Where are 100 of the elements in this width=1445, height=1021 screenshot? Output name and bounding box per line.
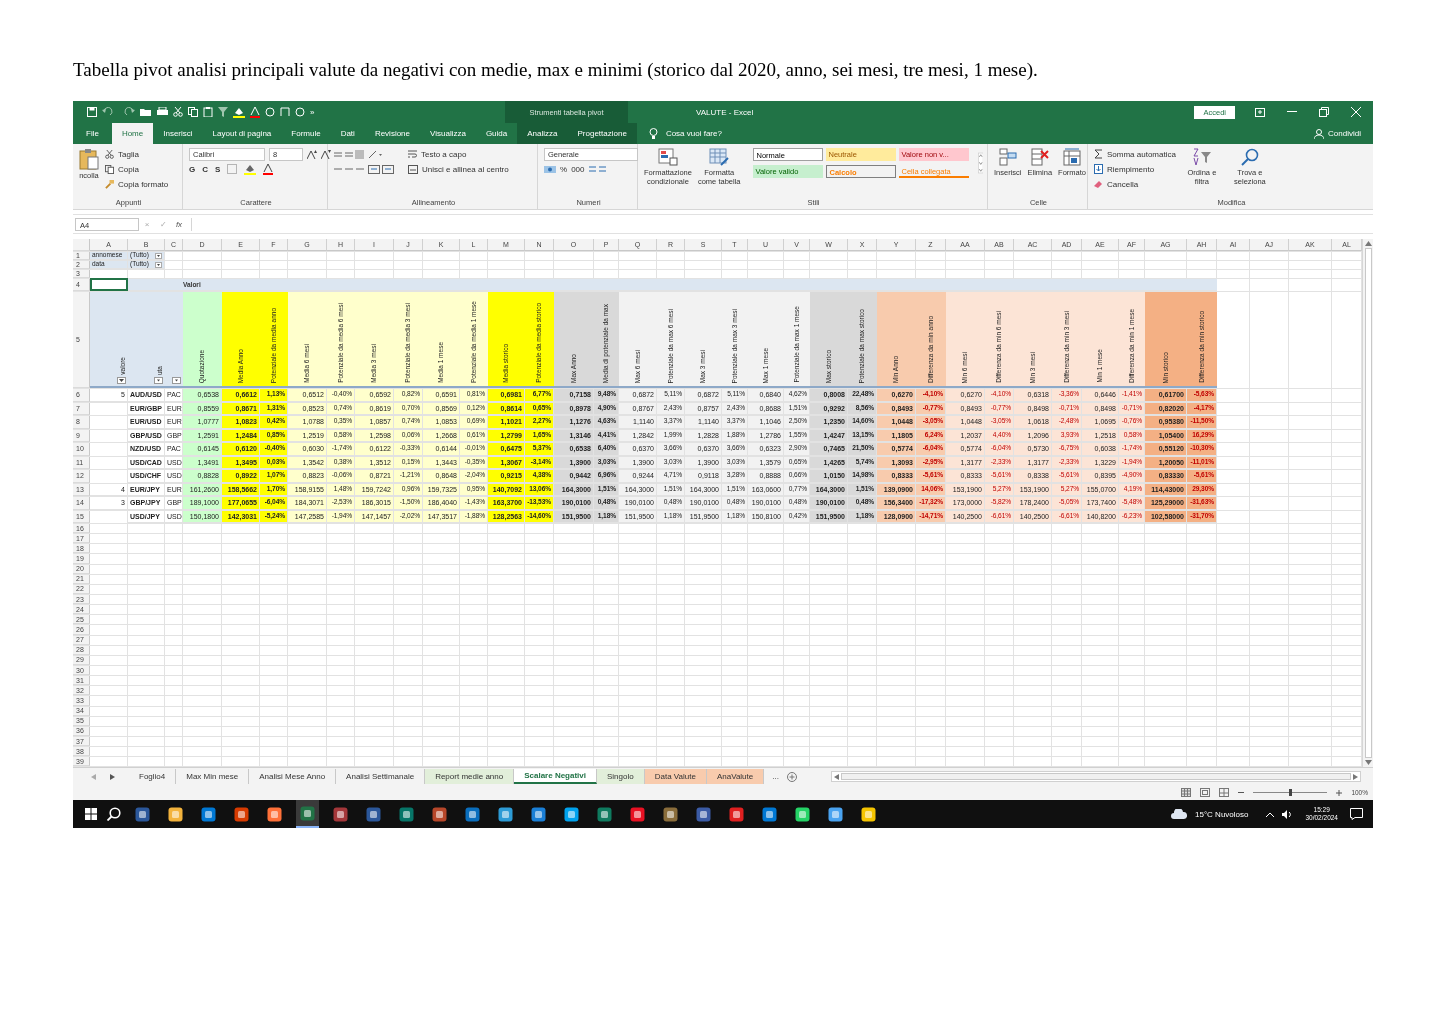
ribbon-display-icon[interactable] bbox=[1255, 107, 1265, 117]
scissors-icon[interactable] bbox=[173, 107, 183, 117]
sheet-tab[interactable]: Data Valute bbox=[644, 769, 707, 785]
printer-icon[interactable] bbox=[157, 107, 168, 117]
shrink-font-icon[interactable] bbox=[321, 149, 331, 159]
save-icon[interactable] bbox=[87, 107, 97, 117]
currency-icon[interactable] bbox=[544, 164, 556, 174]
folder-icon[interactable] bbox=[140, 107, 152, 117]
sheet-tab[interactable]: Scalare Negativi bbox=[514, 769, 597, 785]
ribbon-tab[interactable]: Layout di pagina bbox=[202, 123, 282, 144]
cut-button[interactable]: Taglia bbox=[118, 149, 139, 159]
horizontal-scrollbar[interactable] bbox=[830, 771, 1361, 783]
app-icon[interactable] bbox=[597, 806, 612, 822]
format-cells-icon[interactable] bbox=[1063, 148, 1082, 166]
windows-logo-icon[interactable] bbox=[85, 808, 97, 821]
clear-button[interactable]: Cancella bbox=[1107, 179, 1139, 189]
scroll-right-icon[interactable] bbox=[1353, 773, 1358, 780]
app-icon[interactable] bbox=[465, 806, 480, 822]
ribbon-tab[interactable]: Guida bbox=[475, 123, 518, 144]
app-icon[interactable] bbox=[762, 806, 777, 822]
grow-font-icon[interactable] bbox=[307, 149, 317, 159]
redo-icon[interactable] bbox=[121, 107, 135, 117]
merge-icon[interactable] bbox=[408, 164, 418, 174]
normal-view-icon[interactable] bbox=[1181, 788, 1192, 798]
merge-center-button[interactable]: Unisci e allinea al centro bbox=[422, 164, 509, 174]
conditional-format-icon[interactable] bbox=[657, 148, 678, 166]
fill-color-icon[interactable] bbox=[244, 163, 257, 175]
sheet-tab[interactable]: Foglio4 bbox=[129, 769, 177, 785]
app-icon[interactable] bbox=[795, 806, 810, 822]
indent-icon[interactable] bbox=[368, 164, 394, 174]
frame-icon[interactable] bbox=[280, 107, 290, 117]
orientation-icon[interactable] bbox=[368, 149, 382, 159]
app-icon[interactable] bbox=[861, 806, 876, 822]
search-icon[interactable] bbox=[107, 807, 121, 822]
close-icon[interactable] bbox=[1351, 107, 1361, 117]
app-icon[interactable] bbox=[234, 806, 249, 822]
zoom-out-icon[interactable] bbox=[1238, 791, 1245, 794]
sheet-tab[interactable]: Max Min mese bbox=[176, 769, 250, 785]
copy-icon[interactable] bbox=[188, 107, 198, 117]
more-sheets-button[interactable]: ... bbox=[772, 772, 779, 782]
autosum-button[interactable]: Somma automatica bbox=[1107, 149, 1176, 159]
speaker-icon[interactable] bbox=[1282, 809, 1294, 819]
vertical-scrollbar[interactable] bbox=[1362, 239, 1373, 768]
share-button[interactable]: Condividi bbox=[1328, 129, 1361, 138]
app-icon[interactable] bbox=[432, 806, 447, 822]
app-icon[interactable] bbox=[399, 806, 414, 822]
ribbon-tab[interactable]: Analizza bbox=[517, 123, 568, 144]
sort-filter-icon[interactable] bbox=[1191, 148, 1212, 166]
wrap-text-icon[interactable] bbox=[408, 149, 417, 159]
scroll-up-icon[interactable] bbox=[1364, 241, 1372, 246]
sheet-tab[interactable]: Report medie anno bbox=[425, 769, 515, 785]
scroll-thumb[interactable] bbox=[840, 773, 1351, 781]
thousands-button[interactable]: 000 bbox=[571, 164, 585, 174]
underline-button[interactable]: S bbox=[215, 164, 221, 174]
ribbon-tab[interactable]: Progettazione bbox=[567, 123, 637, 144]
clipboard-icon[interactable] bbox=[79, 148, 99, 170]
brush-icon[interactable] bbox=[105, 179, 114, 189]
app-icon[interactable] bbox=[828, 806, 843, 822]
circle-icon[interactable] bbox=[295, 107, 305, 117]
ribbon-tab[interactable]: Revisione bbox=[364, 123, 420, 144]
wrap-text-button[interactable]: Testo a capo bbox=[421, 149, 467, 159]
undo-icon[interactable] bbox=[102, 107, 116, 117]
ribbon-tab[interactable]: Inserisci bbox=[153, 123, 203, 144]
app-icon[interactable] bbox=[135, 806, 150, 822]
scissors-icon[interactable] bbox=[105, 149, 114, 159]
insert-function-button[interactable]: fx bbox=[171, 219, 187, 229]
insert-cells-icon[interactable] bbox=[998, 148, 1017, 166]
format-painter-button[interactable]: Copia formato bbox=[118, 179, 169, 189]
dropdown-icon[interactable] bbox=[172, 377, 181, 384]
app-icon[interactable] bbox=[267, 806, 282, 822]
clipboard-icon[interactable] bbox=[203, 107, 213, 117]
minimize-icon[interactable] bbox=[1287, 111, 1297, 113]
caret-up-icon[interactable] bbox=[1266, 811, 1275, 817]
tell-me-field[interactable]: Cosa vuoi fare? bbox=[665, 129, 722, 138]
ribbon-tab[interactable]: Visualizza bbox=[420, 123, 476, 144]
delete-cells-icon[interactable] bbox=[1030, 148, 1049, 166]
sheet-tab[interactable]: Singolo bbox=[597, 769, 645, 785]
fill-down-icon[interactable] bbox=[1094, 164, 1103, 174]
app-icon[interactable] bbox=[333, 806, 348, 822]
app-icon[interactable] bbox=[498, 806, 513, 822]
app-icon[interactable] bbox=[696, 806, 711, 822]
table-format-icon[interactable] bbox=[709, 148, 730, 166]
sheet-tab[interactable]: AnaValute bbox=[706, 769, 765, 785]
bold-button[interactable]: G bbox=[189, 164, 196, 174]
ribbon-tab[interactable]: File bbox=[73, 123, 112, 144]
fill-color-icon[interactable] bbox=[233, 106, 245, 118]
weather-text[interactable]: 15°C Nuvoloso bbox=[1195, 809, 1249, 819]
circle-icon[interactable] bbox=[265, 107, 275, 117]
font-color-icon[interactable] bbox=[250, 106, 260, 118]
filter-icon[interactable] bbox=[218, 107, 228, 117]
app-icon[interactable] bbox=[531, 806, 546, 822]
add-sheet-icon[interactable] bbox=[786, 771, 797, 782]
scroll-thumb[interactable] bbox=[1364, 248, 1372, 759]
ribbon-tab[interactable]: Home bbox=[111, 123, 154, 144]
selected-cell[interactable] bbox=[90, 278, 128, 291]
dropdown-icon[interactable] bbox=[154, 377, 163, 384]
more-commands[interactable]: » bbox=[310, 107, 315, 117]
restore-icon[interactable] bbox=[1319, 107, 1329, 117]
dropdown-icon[interactable] bbox=[155, 252, 162, 259]
italic-button[interactable]: C bbox=[202, 164, 208, 174]
